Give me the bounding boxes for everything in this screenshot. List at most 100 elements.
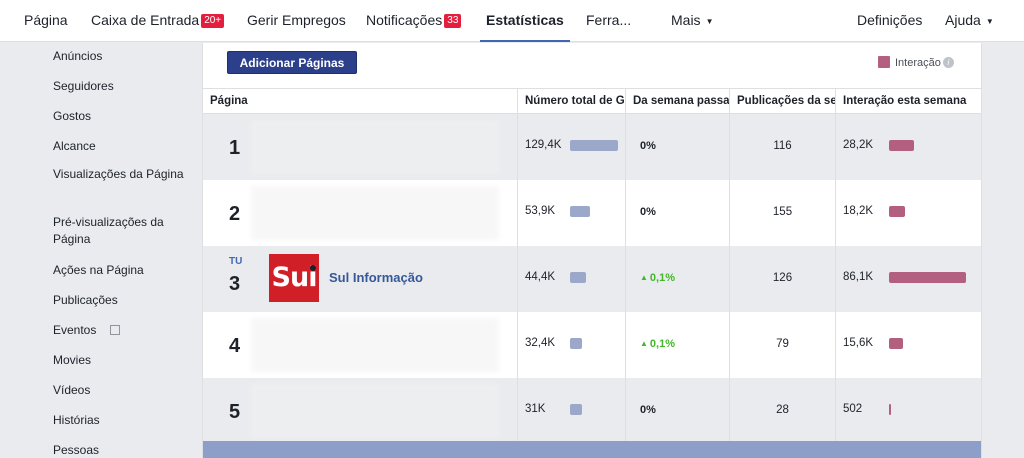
table-row: 1 129,4K 0% 116 28,2K: [203, 114, 981, 180]
total-bar: [570, 338, 582, 349]
nav-tab-notifications[interactable]: Notificações 33: [366, 0, 462, 42]
change-cell: 0%: [625, 114, 729, 180]
info-icon[interactable]: i: [942, 57, 954, 68]
total-value: 31K: [525, 403, 546, 415]
sidebar-item-page-actions[interactable]: Ações na Página: [53, 262, 193, 279]
table-row: 4 32,4K ▲ 0,1% 79 15,6K: [203, 312, 981, 378]
logo-dot: [310, 265, 316, 271]
nav-tab-label: Ferra...: [586, 12, 632, 28]
sidebar-item-posts[interactable]: Publicações: [53, 292, 193, 309]
posts-cell: 79: [729, 312, 835, 378]
page-name-link[interactable]: Sul Informação: [329, 270, 423, 285]
nav-tab-label: Ajuda: [945, 12, 981, 28]
posts-value: 79: [776, 338, 789, 350]
blurred-page-identity: [251, 318, 499, 372]
sidebar-item-reach[interactable]: Alcance: [53, 138, 193, 155]
page-cell: TU 3 Sui Sul Informação: [203, 246, 517, 312]
interaction-value: 15,6K: [843, 337, 874, 349]
interaction-cell: 28,2K: [835, 114, 981, 180]
column-header-interaction[interactable]: Interação esta semana: [835, 89, 981, 113]
add-pages-button[interactable]: Adicionar Páginas: [227, 51, 357, 74]
change-value: ▲ 0,1%: [640, 272, 675, 284]
interaction-value: 18,2K: [843, 205, 874, 217]
notifications-badge: 33: [444, 14, 462, 28]
nav-settings[interactable]: Definições: [857, 0, 922, 42]
blurred-page-identity: [251, 384, 499, 438]
sidebar-item-ads[interactable]: Anúncios: [53, 48, 193, 65]
posts-cell: 126: [729, 246, 835, 312]
inbox-badge: 20+: [201, 14, 225, 28]
caret-down-icon: ▼: [985, 17, 994, 26]
pages-to-watch-panel: Adicionar Páginas Interação i Página Núme…: [202, 43, 982, 458]
sidebar-item-likes[interactable]: Gostos: [53, 108, 193, 125]
blurred-page-identity: [251, 120, 499, 174]
page-logo[interactable]: Sui: [269, 254, 319, 302]
column-header-page[interactable]: Página: [203, 89, 517, 113]
total-cell: 32,4K: [517, 312, 625, 378]
posts-value: 116: [773, 140, 792, 152]
page-cell: 5: [203, 378, 517, 444]
nav-tab-label: Página: [24, 12, 68, 28]
nav-tab-label: Caixa de Entrada: [91, 12, 200, 28]
nav-tab-label: Gerir Empregos: [247, 12, 346, 28]
rank-number: 5: [229, 401, 241, 423]
sidebar-item-label: Eventos: [53, 323, 97, 337]
total-cell: 44,4K: [517, 246, 625, 312]
total-bar: [570, 206, 590, 217]
nav-tab-tools[interactable]: Ferra...: [586, 0, 631, 42]
sidebar-item-events[interactable]: Eventos: [53, 322, 193, 339]
nav-tab-label: Mais: [671, 12, 701, 28]
column-header-posts[interactable]: Publicações da se: [729, 89, 835, 113]
total-cell: 31K: [517, 378, 625, 444]
sidebar-item-followers[interactable]: Seguidores: [53, 78, 193, 95]
table-row: TU 3 Sui Sul Informação 44,4K ▲ 0,1% 126 …: [203, 246, 981, 312]
total-bar: [570, 404, 582, 415]
change-cell: 0%: [625, 378, 729, 444]
column-header-total[interactable]: Número total de G: [517, 89, 625, 113]
change-value: 0%: [640, 140, 656, 152]
interaction-cell: 502: [835, 378, 981, 444]
interaction-cell: 18,2K: [835, 180, 981, 246]
sidebar-item-people[interactable]: Pessoas: [53, 442, 193, 458]
external-link-icon: [110, 325, 121, 335]
nav-tab-insights[interactable]: Estatísticas: [480, 0, 570, 42]
table-row: 5 31K 0% 28 502: [203, 378, 981, 444]
total-bar: [570, 140, 618, 151]
total-bar: [570, 272, 586, 283]
page-cell: 4: [203, 312, 517, 378]
sidebar-item-movies[interactable]: Movies: [53, 352, 193, 369]
total-value: 44,4K: [525, 271, 556, 283]
interaction-bar: [889, 338, 903, 349]
interaction-bar: [889, 140, 914, 151]
interaction-bar: [889, 272, 966, 283]
interaction-bar: [889, 404, 891, 415]
nav-tab-inbox[interactable]: Caixa de Entrada 20+: [91, 0, 225, 42]
sidebar-item-page-previews[interactable]: Pré-visualizações da Página: [53, 214, 193, 248]
rank-number: 4: [229, 335, 241, 357]
change-value: 0%: [640, 404, 656, 416]
total-cell: 129,4K: [517, 114, 625, 180]
posts-cell: 28: [729, 378, 835, 444]
nav-more-menu[interactable]: Mais ▼: [671, 0, 713, 42]
chart-legend: Interação i: [878, 56, 954, 69]
sidebar-item-page-views[interactable]: Visualizações da Página: [53, 166, 193, 183]
column-header-change[interactable]: Da semana passa: [625, 89, 729, 113]
top-navigation: Página Caixa de Entrada 20+ Gerir Emprego…: [0, 0, 1024, 42]
table-header: Página Número total de G Da semana passa…: [203, 88, 981, 114]
sidebar-item-videos[interactable]: Vídeos: [53, 382, 193, 399]
nav-help-menu[interactable]: Ajuda ▼: [945, 0, 994, 42]
nav-tab-page[interactable]: Página: [24, 0, 68, 42]
interaction-legend-swatch: [878, 56, 890, 68]
caret-down-icon: ▼: [705, 17, 714, 26]
posts-value: 155: [772, 206, 793, 218]
rank-number: 1: [229, 137, 241, 159]
nav-tab-jobs[interactable]: Gerir Empregos: [247, 0, 346, 42]
interaction-value: 502: [843, 403, 863, 415]
sidebar-item-stories[interactable]: Histórias: [53, 412, 193, 429]
rank-number: 2: [229, 203, 241, 225]
your-page-tag: TU: [229, 256, 243, 267]
page-cell: 2: [203, 180, 517, 246]
total-value: 53,9K: [525, 205, 556, 217]
rank-number: 3: [229, 273, 241, 295]
interaction-value: 86,1K: [843, 271, 874, 283]
